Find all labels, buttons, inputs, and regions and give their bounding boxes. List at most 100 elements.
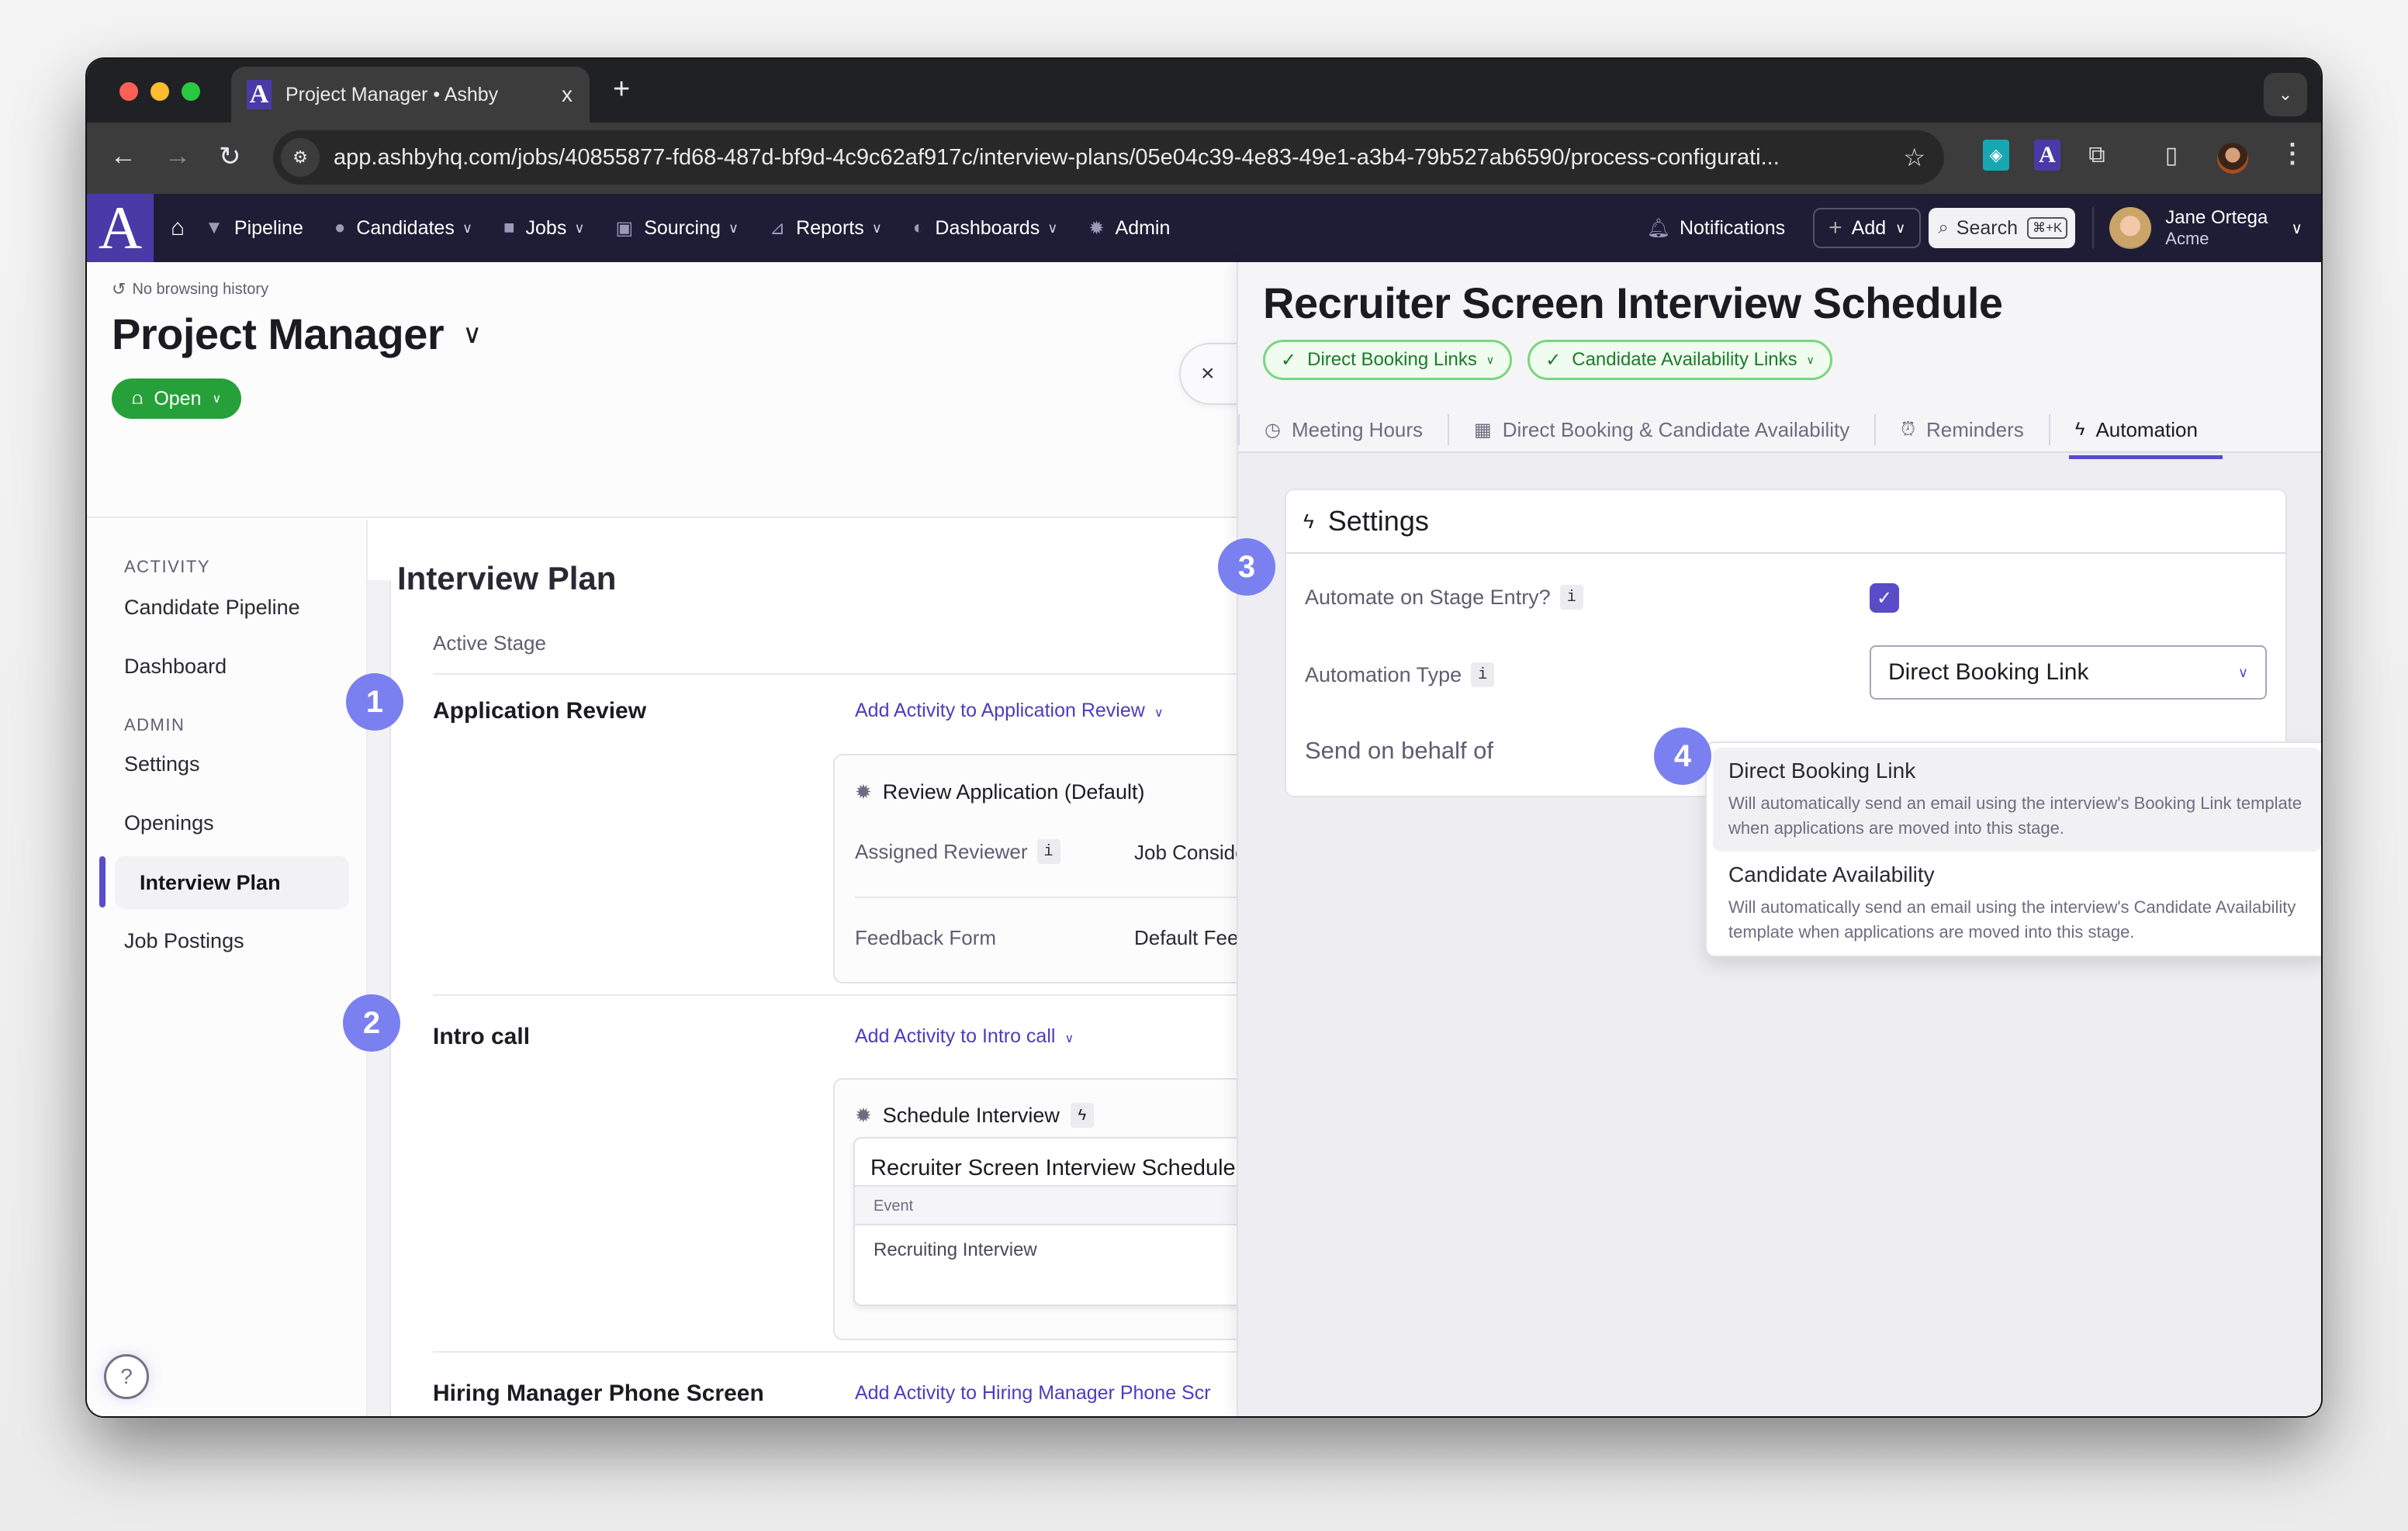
tab-direct-booking-candidate-availability[interactable]: ▦ Direct Booking & Candidate Availabilit…	[1448, 414, 1874, 445]
panel-tabs: ◷ Meeting Hours ▦ Direct Booking & Candi…	[1238, 406, 2223, 459]
sidebar-item-job-postings[interactable]: Job Postings	[124, 929, 244, 953]
close-icon: ×	[1201, 361, 1215, 386]
info-icon[interactable]: i	[1471, 662, 1495, 687]
activity-card[interactable]: ✹ Review Application (Default) Assigned …	[833, 754, 1252, 983]
automate-checkbox[interactable]: ✓	[1870, 583, 1899, 613]
nav-sourcing[interactable]: ▣ Sourcing ∨	[616, 217, 739, 240]
active-indicator	[99, 856, 106, 907]
people-icon: ●	[334, 217, 346, 238]
event-header: Event	[855, 1185, 1251, 1225]
site-info-icon[interactable]: ⚙	[281, 138, 320, 177]
sidebar-section-activity: ACTIVITY	[124, 557, 211, 576]
nav-dashboards[interactable]: ◐ Dashboards ∨	[913, 217, 1058, 240]
nav-admin[interactable]: ✹ Admin	[1088, 217, 1170, 240]
user-menu[interactable]: Jane Ortega Acme	[2165, 207, 2268, 249]
option-description: Will automatically send an email using t…	[1728, 897, 2296, 942]
sidebar-item-interview-plan[interactable]: Interview Plan	[115, 856, 349, 909]
briefcase-icon: ■	[503, 217, 515, 238]
chevron-down-icon: ∨	[728, 219, 739, 236]
extensions-puzzle-icon[interactable]: ⧉	[2084, 140, 2110, 171]
app-navbar: A ⌂ ▼ Pipeline ● Candidates ∨ ■ Jobs ∨ ▣…	[87, 194, 2321, 262]
interview-schedule-card[interactable]: Recruiter Screen Interview Schedule Even…	[853, 1137, 1251, 1306]
activity-card[interactable]: ✹ Schedule Interview ϟ Recruiter Screen …	[833, 1078, 1252, 1340]
close-tab-icon[interactable]: x	[562, 82, 573, 107]
job-title[interactable]: Project Manager ∨	[112, 309, 482, 359]
sidebar-item-dashboard[interactable]: Dashboard	[124, 655, 227, 679]
candidate-availability-links-chip[interactable]: ✓ Candidate Availability Links ∨	[1527, 340, 1832, 380]
ashby-extension-icon[interactable]: A	[2034, 140, 2060, 171]
add-activity-link[interactable]: Add Activity to Application Review ∨	[855, 700, 1164, 722]
sidebar-item-openings[interactable]: Openings	[124, 811, 214, 835]
sidebar-item-settings[interactable]: Settings	[124, 752, 200, 776]
browser-tab[interactable]: A Project Manager • Ashby x	[231, 67, 590, 123]
bolt-icon: ϟ	[1070, 1103, 1094, 1128]
tab-search-chevron-icon[interactable]: ⌄	[2264, 73, 2307, 116]
chevron-down-icon[interactable]: ∨	[2291, 219, 2302, 238]
job-status-button[interactable]: ⩍ Open ∨	[112, 378, 242, 419]
nav-label: Dashboards	[935, 216, 1040, 239]
back-arrow-icon[interactable]: ←	[110, 141, 137, 171]
browser-menu-icon[interactable]: ⋮	[2279, 138, 2306, 169]
sidebar-item-candidate-pipeline[interactable]: Candidate Pipeline	[124, 596, 300, 620]
search-button[interactable]: ⌕ Search ⌘+K	[1929, 208, 2076, 248]
add-activity-link[interactable]: Add Activity to Hiring Manager Phone Scr	[855, 1382, 1211, 1405]
minimize-window-button[interactable]	[150, 82, 169, 101]
user-avatar[interactable]	[2109, 207, 2152, 249]
option-direct-booking-link[interactable]: Direct Booking Link Will automatically s…	[1713, 748, 2321, 852]
browser-profile-avatar[interactable]	[2217, 143, 2248, 174]
reload-icon[interactable]: ↻	[219, 141, 241, 172]
nav-label: Admin	[1115, 216, 1171, 239]
forward-arrow-icon[interactable]: →	[164, 141, 191, 171]
side-panel-icon[interactable]: ▯	[2158, 140, 2185, 171]
check-icon: ✓	[1281, 349, 1297, 371]
close-window-button[interactable]	[119, 82, 138, 101]
new-tab-button[interactable]: +	[613, 73, 630, 106]
history-icon: ↺	[112, 279, 126, 299]
gear-icon: ✹	[855, 780, 872, 804]
bookmark-star-icon[interactable]: ☆	[1903, 143, 1925, 172]
tab-label: Meeting Hours	[1291, 417, 1424, 441]
notifications-button[interactable]: 🔔︎ Notifications	[1646, 217, 1785, 240]
info-icon[interactable]: i	[1036, 839, 1060, 864]
home-icon[interactable]: ⌂	[171, 215, 185, 241]
address-bar[interactable]: ⚙ app.ashbyhq.com/jobs/40855877-fd68-487…	[273, 130, 1944, 185]
nav-candidates[interactable]: ● Candidates ∨	[334, 217, 472, 240]
url-text[interactable]: app.ashbyhq.com/jobs/40855877-fd68-487d-…	[334, 145, 1903, 171]
add-button[interactable]: + Add ∨	[1813, 208, 1922, 248]
help-icon[interactable]: ?	[104, 1354, 149, 1399]
chevron-down-icon: ∨	[1047, 219, 1058, 236]
nav-label: Pipeline	[234, 216, 303, 239]
clock-icon: ◷	[1265, 419, 1281, 441]
browsing-history[interactable]: ↺ No browsing history	[112, 279, 268, 299]
event-value: Recruiting Interview	[874, 1239, 1037, 1260]
direct-booking-links-chip[interactable]: ✓ Direct Booking Links ∨	[1263, 340, 1513, 380]
add-activity-label: Add Activity to Application Review	[855, 700, 1145, 721]
active-stage-label: Active Stage	[433, 631, 546, 655]
ashby-logo[interactable]: A	[87, 194, 154, 262]
automation-type-text: Automation Type	[1305, 662, 1462, 686]
tab-reminders[interactable]: ⏰︎ Reminders	[1874, 414, 2048, 445]
send-on-behalf-label: Send on behalf of	[1305, 737, 1494, 764]
option-candidate-availability[interactable]: Candidate Availability Will automaticall…	[1713, 852, 2321, 956]
divider	[433, 673, 1240, 675]
activity-title-text: Schedule Interview	[882, 1103, 1060, 1127]
extension-icon[interactable]: ◈	[1983, 140, 2009, 171]
row-value: Default Fee	[1134, 926, 1239, 949]
automation-type-select[interactable]: Direct Booking Link ∨	[1870, 645, 2267, 700]
tab-meeting-hours[interactable]: ◷ Meeting Hours	[1238, 414, 1448, 445]
option-title: Candidate Availability	[1728, 862, 1935, 886]
nav-pipeline[interactable]: ▼ Pipeline	[205, 217, 303, 240]
nav-reports[interactable]: ⊿ Reports ∨	[770, 217, 882, 240]
tab-automation[interactable]: ϟ Automation	[2048, 414, 2223, 459]
settings-header: ϟ Settings	[1286, 490, 2285, 554]
maximize-window-button[interactable]	[182, 82, 200, 101]
event-header-label: Event	[874, 1197, 914, 1215]
add-activity-link[interactable]: Add Activity to Intro call ∨	[855, 1025, 1074, 1048]
search-shortcut: ⌘+K	[2026, 217, 2068, 239]
annotation-3: 3	[1218, 538, 1275, 596]
info-icon[interactable]: i	[1559, 585, 1583, 610]
stage-name: Application Review	[433, 698, 647, 724]
stage-name: Intro call	[433, 1024, 531, 1049]
nav-jobs[interactable]: ■ Jobs ∨	[503, 217, 585, 240]
browser-toolbar: ← → ↻ ⚙ app.ashbyhq.com/jobs/40855877-fd…	[87, 123, 2321, 194]
